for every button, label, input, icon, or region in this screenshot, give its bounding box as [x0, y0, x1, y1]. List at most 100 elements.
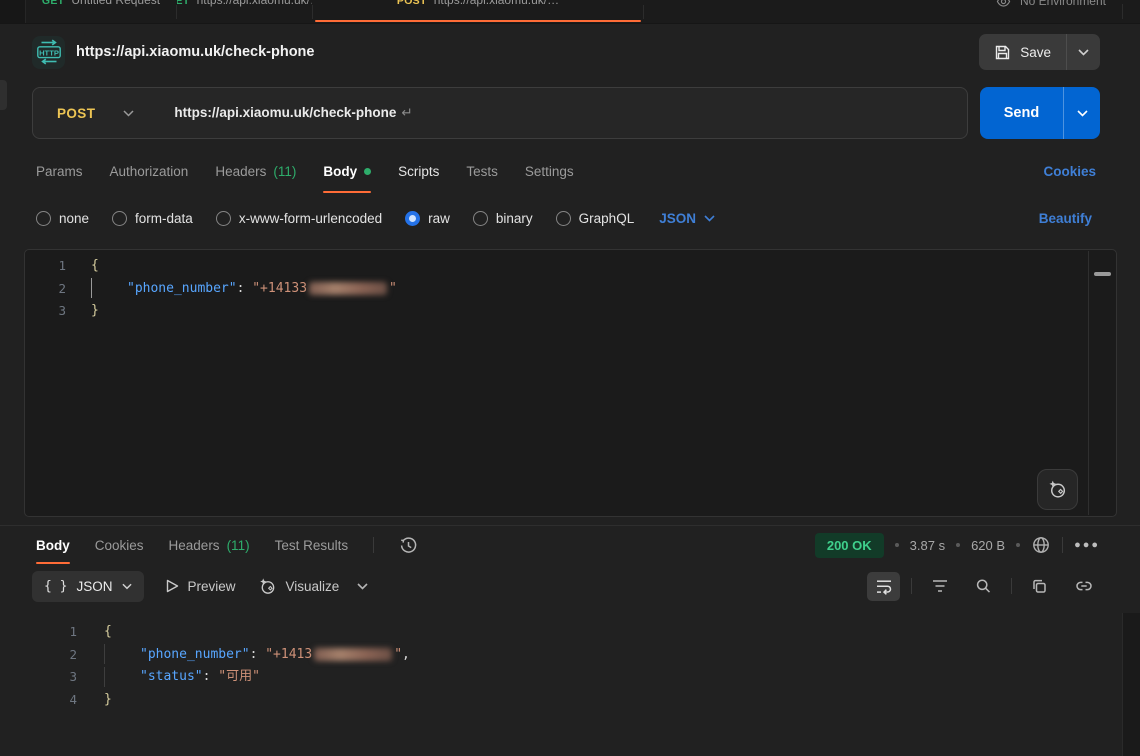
tab-tests[interactable]: Tests	[466, 146, 498, 196]
search-button[interactable]	[967, 572, 1000, 601]
tab-scripts[interactable]: Scripts	[398, 146, 439, 196]
code-line: 1{	[25, 255, 1116, 278]
copy-button[interactable]	[1023, 572, 1056, 601]
sidebar-collapse-handle[interactable]	[0, 80, 7, 110]
code-content: }	[78, 300, 99, 323]
send-options-button[interactable]	[1063, 87, 1100, 139]
code-token: ,	[402, 647, 410, 662]
mode-raw[interactable]: raw	[405, 211, 450, 226]
mode-none[interactable]: none	[36, 211, 89, 226]
window-tab-label: https://api.xiaomu.uk/…	[434, 0, 559, 23]
code-line: 2"phone_number": "+1413",	[0, 644, 1140, 667]
play-icon	[166, 579, 179, 593]
url-container: POST https://api.xiaomu.uk/check-phone↵	[32, 87, 968, 139]
response-tab-headers[interactable]: Headers (11)	[169, 526, 250, 564]
response-body-viewer[interactable]: 1{2"phone_number": "+1413",3"status": "可…	[0, 613, 1140, 756]
code-line: 2"phone_number": "+14133"	[25, 278, 1116, 301]
save-button[interactable]: Save	[979, 34, 1100, 70]
url-bar-row: POST https://api.xiaomu.uk/check-phone↵ …	[0, 80, 1140, 146]
response-tab-body[interactable]: Body	[36, 526, 70, 564]
tab-settings[interactable]: Settings	[525, 146, 574, 196]
code-line: 4}	[0, 689, 1140, 712]
status-badge[interactable]: 200 OK	[815, 533, 884, 558]
redacted-text	[314, 648, 392, 661]
radio-icon	[473, 211, 488, 226]
radio-icon	[216, 211, 231, 226]
editor-scrollbar[interactable]	[1088, 251, 1116, 515]
braces-icon: { }	[44, 579, 67, 594]
code-token: "	[394, 647, 402, 662]
tab-body[interactable]: Body	[323, 146, 371, 196]
request-header: HTTP https://api.xiaomu.uk/check-phone S…	[0, 24, 1140, 80]
divider	[373, 537, 374, 553]
line-number: 3	[0, 666, 89, 689]
wrap-text-icon	[875, 578, 893, 595]
visualize-button[interactable]: Visualize	[258, 577, 340, 596]
window-tab-post-request-active[interactable]: POST https://api.xiaomu.uk/…	[313, 0, 643, 23]
chevron-down-icon	[1078, 49, 1089, 56]
preview-button[interactable]: Preview	[166, 579, 236, 594]
window-tab-label: https://api.xiaomu.uk/…	[197, 0, 312, 23]
postbot-button[interactable]	[1037, 469, 1078, 510]
scrollbar-thumb[interactable]	[1094, 272, 1111, 276]
chevron-down-icon	[122, 583, 132, 590]
code-content: {	[89, 621, 112, 644]
response-tab-bar: Body Cookies Headers (11) Test Results 2…	[0, 526, 1140, 564]
send-button[interactable]: Send	[980, 87, 1100, 139]
window-tab-untitled[interactable]: GET Untitled Request	[26, 0, 176, 23]
radio-selected-icon	[405, 211, 420, 226]
language-selector[interactable]: JSON	[659, 211, 715, 226]
link-icon	[1075, 578, 1093, 594]
mode-binary[interactable]: binary	[473, 211, 533, 226]
response-tab-cookies[interactable]: Cookies	[95, 526, 144, 564]
send-label[interactable]: Send	[980, 87, 1063, 139]
environment-label: No Environment	[1020, 0, 1106, 9]
link-button[interactable]	[1067, 572, 1100, 601]
response-tab-test-results[interactable]: Test Results	[275, 526, 349, 564]
more-options-icon[interactable]: ●●●	[1074, 539, 1100, 551]
wrap-text-button[interactable]	[867, 572, 900, 601]
tab-authorization[interactable]: Authorization	[110, 146, 189, 196]
format-label: JSON	[76, 579, 112, 594]
mode-graphql[interactable]: GraphQL	[556, 211, 635, 226]
request-body-editor[interactable]: 1{2"phone_number": "+14133"3}	[24, 249, 1117, 517]
code-line: 3"status": "可用"	[0, 666, 1140, 689]
cookies-link[interactable]: Cookies	[1043, 164, 1096, 179]
body-mode-bar: none form-data x-www-form-urlencoded raw…	[0, 196, 1140, 240]
method-selector[interactable]: POST	[33, 106, 154, 121]
code-content: }	[89, 689, 112, 712]
code-token: "可用"	[218, 669, 260, 684]
beautify-link[interactable]: Beautify	[1039, 211, 1092, 226]
response-format-selector[interactable]: { } JSON	[32, 571, 144, 602]
url-input[interactable]: https://api.xiaomu.uk/check-phone↵	[174, 105, 412, 121]
magic-orb-icon	[258, 577, 277, 596]
globe-icon[interactable]	[1031, 535, 1051, 555]
response-scrollbar[interactable]	[1122, 613, 1140, 756]
mode-x-www-form-urlencoded[interactable]: x-www-form-urlencoded	[216, 211, 382, 226]
line-number: 4	[0, 689, 89, 712]
response-time[interactable]: 3.87 s	[910, 538, 945, 553]
response-size[interactable]: 620 B	[971, 538, 1005, 553]
filter-button[interactable]	[923, 572, 956, 601]
chevron-down-icon	[1077, 110, 1088, 117]
tab-headers[interactable]: Headers (11)	[215, 146, 296, 196]
request-editor-code: 1{2"phone_number": "+14133"3}	[25, 255, 1116, 323]
language-label: JSON	[659, 211, 696, 226]
code-content: {	[78, 255, 99, 278]
tab-divider	[643, 5, 644, 19]
mode-form-data[interactable]: form-data	[112, 211, 193, 226]
radio-icon	[556, 211, 571, 226]
indent-guide	[104, 644, 140, 664]
code-token: }	[104, 692, 112, 707]
environment-selector[interactable]: No Environment	[996, 0, 1106, 23]
window-tab-get-request[interactable]: GET https://api.xiaomu.uk/…	[177, 0, 312, 23]
visualize-options-button[interactable]	[357, 583, 368, 590]
line-number: 1	[25, 255, 78, 278]
save-options-button[interactable]	[1066, 34, 1100, 70]
history-icon[interactable]	[399, 536, 418, 555]
chevron-down-icon	[123, 110, 134, 117]
tab-params[interactable]: Params	[36, 146, 83, 196]
eye-icon	[996, 0, 1011, 9]
search-icon	[975, 578, 992, 595]
response-meta: 200 OK 3.87 s 620 B ●●●	[815, 533, 1100, 558]
